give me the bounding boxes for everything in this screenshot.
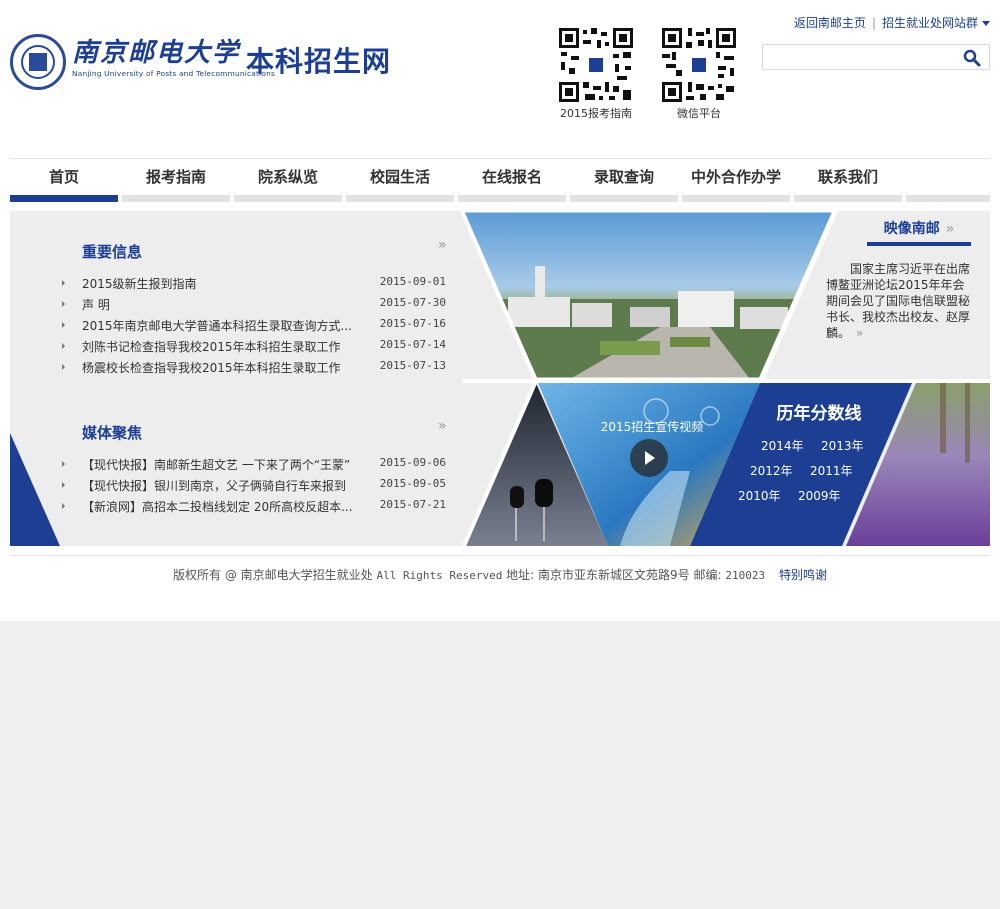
news-title: 重要信息 <box>82 243 143 261</box>
media-more-link[interactable]: » <box>438 418 447 434</box>
arrow-right-icon <box>62 343 65 349</box>
arrow-right-icon <box>62 482 65 488</box>
site-name: 本科招生网 <box>246 45 392 78</box>
search-input[interactable] <box>767 47 953 67</box>
footer-copyright: 版权所有 @ 南京邮电大学招生就业处 <box>173 568 373 582</box>
play-icon[interactable] <box>630 439 668 477</box>
thanks-link[interactable]: 特别鸣谢 <box>779 568 827 582</box>
nav-item-home[interactable]: 首页 <box>10 160 118 202</box>
nav-item-contact[interactable]: 联系我们 <box>794 160 902 202</box>
main-nav: 首页 报考指南 院系纵览 校园生活 在线报名 录取查询 中外合作办学 联系我们 <box>10 160 990 202</box>
yingxiang-title[interactable]: 映像南邮» <box>867 218 971 246</box>
university-emblem-icon <box>10 34 66 90</box>
yingxiang-more-link[interactable]: » <box>946 221 955 237</box>
yingxiang-text-more[interactable]: » <box>856 326 863 340</box>
list-item[interactable]: 2015级新生报到指南 2015-09-01 <box>62 272 446 293</box>
video-label[interactable]: 2015招生宣传视频 <box>586 418 718 435</box>
search-icon[interactable] <box>963 49 981 67</box>
qr-wechat: 微信平台 <box>659 26 739 121</box>
media-title: 媒体聚焦 <box>82 424 143 442</box>
news-list: 2015级新生报到指南 2015-09-01 声 明 2015-07-30 2015… <box>62 272 446 377</box>
qr-guide-label: 2015报考指南 <box>560 107 632 120</box>
decor-triangle <box>10 433 60 546</box>
year-link-2013[interactable]: 2013年 <box>821 437 864 454</box>
qr-code-icon <box>557 26 635 104</box>
yingxiang-text: 国家主席习近平在出席博鳌亚洲论坛2015年年会期间会见了国际电信联盟秘书长、我校… <box>826 262 971 340</box>
qr-code-icon <box>660 26 738 104</box>
list-item[interactable]: 【新浪网】高招本二投档线划定 20所高校反超本... 2015-07-21 <box>62 495 446 516</box>
logo[interactable]: 南京邮电大学 Nanjing University of Posts and T… <box>10 32 410 94</box>
year-link-2014[interactable]: 2014年 <box>761 437 804 454</box>
qr-wechat-label: 微信平台 <box>677 107 721 120</box>
arrow-right-icon <box>62 280 65 286</box>
list-item[interactable]: 2015年南京邮电大学普通本科招生录取查询方式... 2015-07-16 <box>62 314 446 335</box>
footer: 版权所有 @ 南京邮电大学招生就业处 All Rights Reserved 地… <box>0 566 1000 583</box>
top-links: 返回南邮主页 | 招生就业处网站群 <box>794 14 990 31</box>
media-list: 【现代快报】南邮新生超文艺 一下来了两个“王蒙” 2015-09-06 【现代快报… <box>62 453 446 516</box>
arrow-right-icon <box>62 364 65 370</box>
list-item[interactable]: 【现代快报】银川到南京，父子俩骑自行车来报到 2015-09-05 <box>62 474 446 495</box>
footer-rights: All Rights Reserved <box>376 569 503 582</box>
year-link-2011[interactable]: 2011年 <box>810 462 853 479</box>
home-link[interactable]: 返回南邮主页 <box>794 16 866 30</box>
nav-item-guide[interactable]: 报考指南 <box>122 160 230 202</box>
page: 南京邮电大学 Nanjing University of Posts and T… <box>0 0 1000 621</box>
footer-divider <box>10 555 990 556</box>
nav-item-admission-query[interactable]: 录取查询 <box>570 160 678 202</box>
main-panel: 重要信息 » 2015级新生报到指南 2015-09-01 声 明 2015-07-… <box>10 211 990 546</box>
site-group-link[interactable]: 招生就业处网站群 <box>882 16 978 30</box>
footer-address: 地址: 南京市亚东新城区文苑路9号 <box>506 568 690 582</box>
year-link-2012[interactable]: 2012年 <box>750 462 793 479</box>
list-item[interactable]: 声 明 2015-07-30 <box>62 293 446 314</box>
list-item[interactable]: 杨震校长检查指导我校2015年本科招生录取工作 2015-07-13 <box>62 356 446 377</box>
news-more-link[interactable]: » <box>438 237 447 253</box>
nav-item-online-apply[interactable]: 在线报名 <box>458 160 566 202</box>
footer-postcode: 210023 <box>725 569 766 582</box>
nav-item-campus-life[interactable]: 校园生活 <box>346 160 454 202</box>
arrow-right-icon <box>62 301 65 307</box>
list-item[interactable]: 【现代快报】南邮新生超文艺 一下来了两个“王蒙” 2015-09-06 <box>62 453 446 474</box>
arrow-right-icon <box>62 461 65 467</box>
search-box <box>762 44 990 70</box>
arrow-right-icon <box>62 322 65 328</box>
university-name-cn: 南京邮电大学 <box>72 38 241 68</box>
arrow-right-icon <box>62 503 65 509</box>
nav-item-departments[interactable]: 院系纵览 <box>234 160 342 202</box>
chevron-down-icon[interactable] <box>982 21 990 26</box>
year-link-2010[interactable]: 2010年 <box>738 487 781 504</box>
campus-photo[interactable] <box>460 211 842 389</box>
list-item[interactable]: 刘陈书记检查指导我校2015年本科招生录取工作 2015-07-14 <box>62 335 446 356</box>
qr-guide: 2015报考指南 <box>556 26 636 121</box>
year-link-2009[interactable]: 2009年 <box>798 487 841 504</box>
footer-postcode-label: 邮编: <box>693 568 722 582</box>
nav-item-cooperation[interactable]: 中外合作办学 <box>682 160 790 202</box>
nav-divider <box>10 158 990 159</box>
score-title: 历年分数线 <box>776 404 862 424</box>
university-name-en: Nanjing University of Posts and Telecomm… <box>72 69 276 78</box>
